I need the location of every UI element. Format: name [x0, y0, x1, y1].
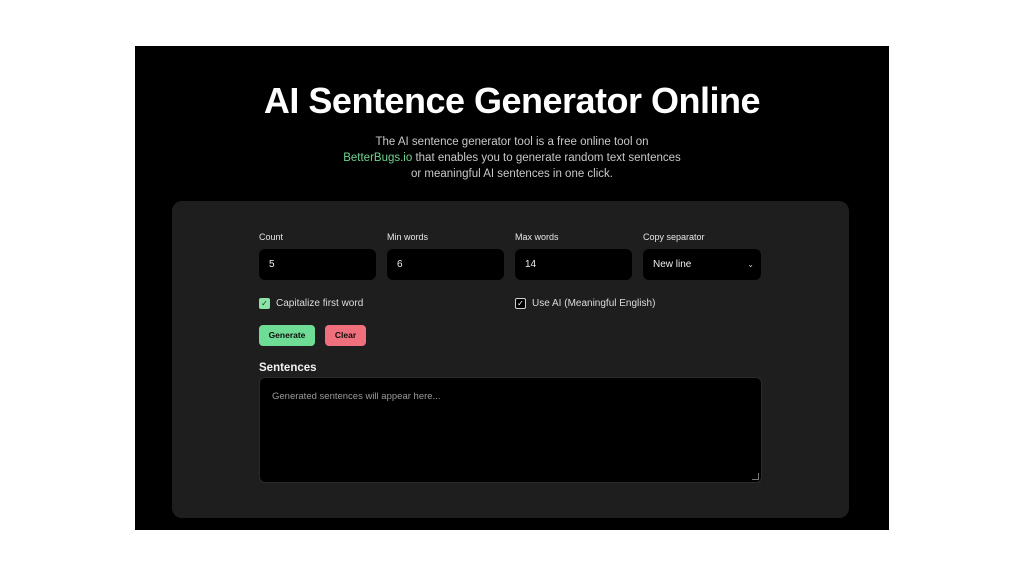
- copy-separator-select[interactable]: New line ⌄: [643, 249, 761, 280]
- resize-handle-icon[interactable]: [752, 473, 759, 480]
- capitalize-option[interactable]: ✓ Capitalize first word: [259, 297, 363, 309]
- max-words-input[interactable]: [515, 249, 632, 280]
- generator-card: Count Min words Max words Copy separator…: [172, 201, 849, 518]
- sentences-heading: Sentences: [259, 362, 317, 374]
- description-line-3: or meaningful AI sentences in one click.: [410, 168, 613, 180]
- min-words-input[interactable]: [387, 249, 504, 280]
- betterbugs-link[interactable]: BetterBugs.io: [343, 152, 412, 164]
- max-words-label: Max words: [515, 232, 559, 242]
- use-ai-checkbox[interactable]: ✓: [515, 297, 526, 309]
- generate-button[interactable]: Generate: [259, 325, 315, 346]
- min-words-label: Min words: [387, 232, 429, 242]
- use-ai-label: Use AI (Meaningful English): [532, 297, 656, 309]
- description-line-1: The AI sentence generator tool is a free…: [375, 136, 649, 148]
- sentences-output[interactable]: Generated sentences will appear here...: [259, 377, 762, 483]
- copy-separator-label: Copy separator: [643, 232, 705, 242]
- description-line-2-text: that enables you to generate random text…: [412, 152, 681, 164]
- use-ai-option[interactable]: ✓ Use AI (Meaningful English): [515, 297, 655, 309]
- page-description: The AI sentence generator tool is a free…: [135, 134, 889, 182]
- page-title: AI Sentence Generator Online: [263, 80, 761, 121]
- count-input[interactable]: [259, 249, 376, 280]
- clear-button[interactable]: Clear: [325, 325, 366, 346]
- count-label: Count: [259, 232, 284, 242]
- sentences-placeholder: Generated sentences will appear here...: [272, 391, 441, 402]
- capitalize-label: Capitalize first word: [276, 297, 364, 309]
- copy-separator-value: New line: [653, 259, 692, 270]
- capitalize-checkbox[interactable]: ✓: [259, 297, 270, 309]
- chevron-down-icon: ⌄: [747, 260, 754, 269]
- description-line-2: BetterBugs.io that enables you to genera…: [135, 150, 889, 166]
- app-frame: AI Sentence Generator Online The AI sent…: [135, 46, 889, 530]
